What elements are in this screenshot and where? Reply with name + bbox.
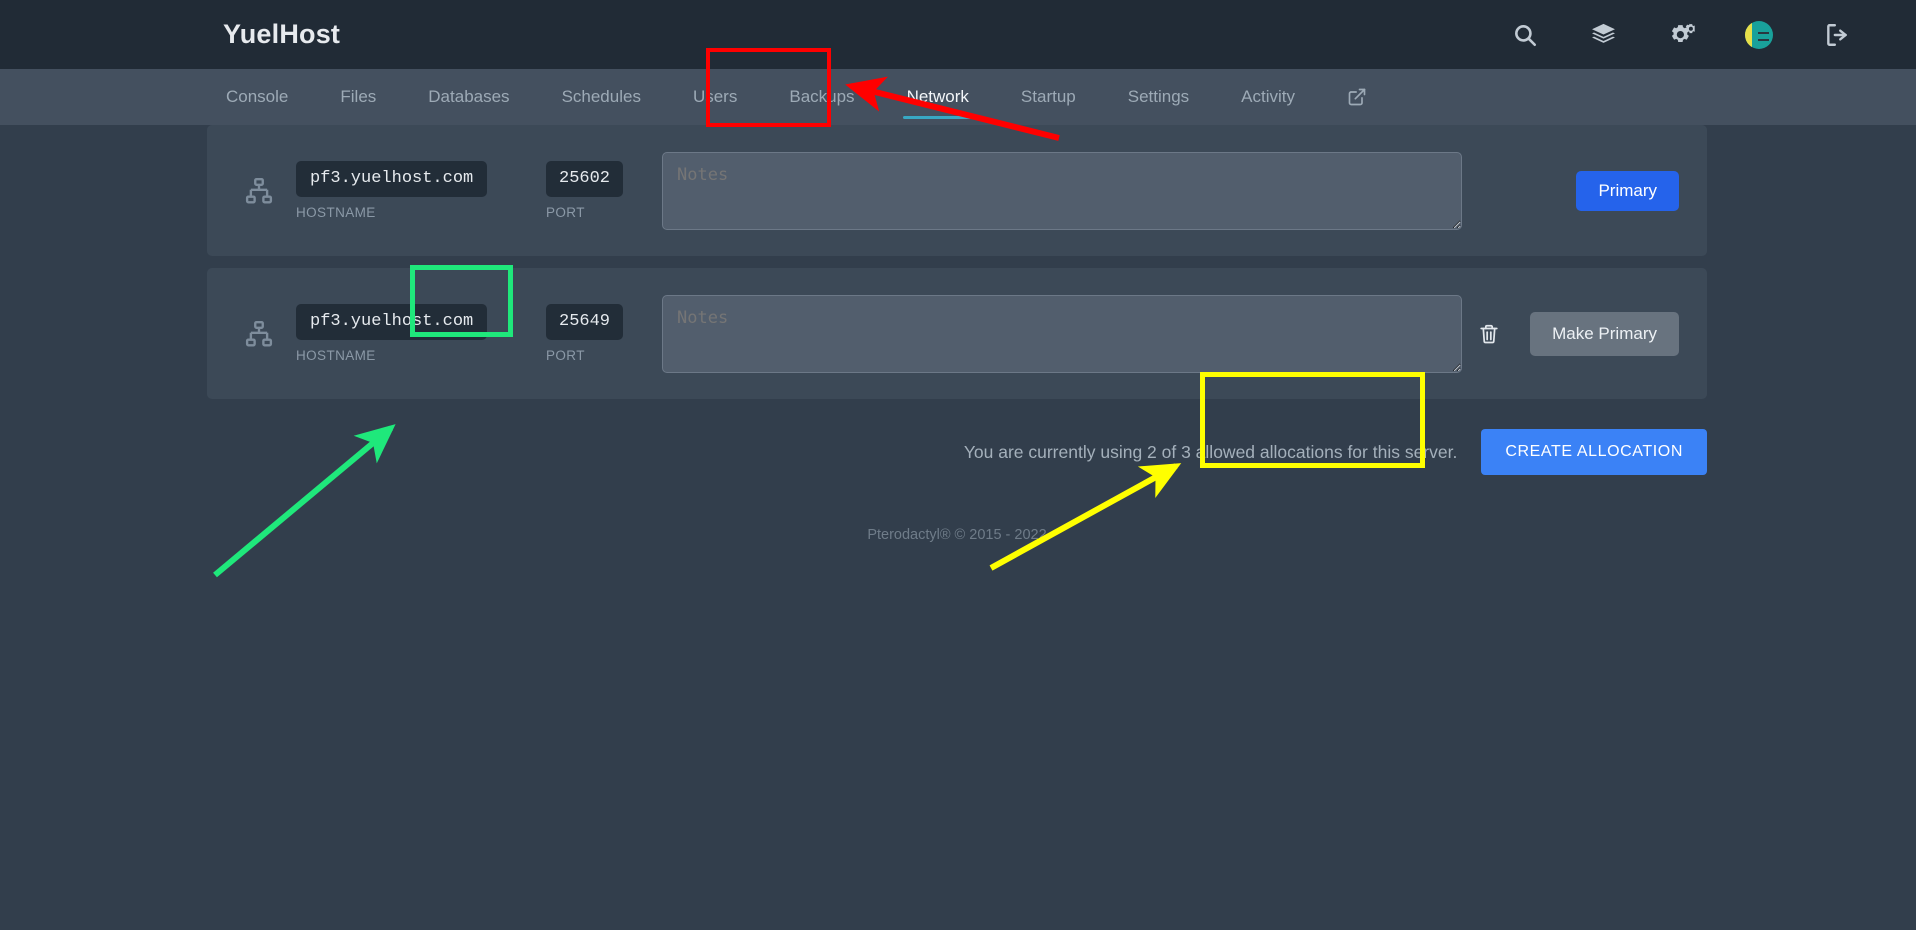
avatar <box>1745 21 1773 49</box>
top-header-bar: YuelHost <box>0 0 1916 69</box>
create-allocation-button[interactable]: CREATE ALLOCATION <box>1481 429 1707 475</box>
cogs-icon[interactable] <box>1666 20 1696 50</box>
nav-item-users[interactable]: Users <box>667 69 763 125</box>
make-primary-button[interactable]: Make Primary <box>1530 312 1679 356</box>
port-value[interactable]: 25602 <box>546 161 623 198</box>
nav-items: Console Files Databases Schedules Users … <box>200 69 1393 125</box>
copyright-text: Pterodactyl® © 2015 - 2022 <box>207 527 1707 543</box>
nav-item-activity[interactable]: Activity <box>1215 69 1321 125</box>
allocation-row: pf3.yuelhost.com HOSTNAME 25602 PORT Pri… <box>207 125 1707 256</box>
hostname-label: HOSTNAME <box>296 205 376 220</box>
sitemap-icon <box>244 319 274 349</box>
logout-icon[interactable] <box>1822 20 1852 50</box>
hostname-value[interactable]: pf3.yuelhost.com <box>296 161 487 198</box>
external-link-icon[interactable] <box>1321 69 1393 125</box>
hostname-field-group: pf3.yuelhost.com HOSTNAME <box>296 161 524 221</box>
sitemap-icon <box>244 176 274 206</box>
notes-input[interactable] <box>662 152 1462 230</box>
search-icon[interactable] <box>1510 20 1540 50</box>
port-field-group: 25649 PORT <box>546 304 624 364</box>
nav-item-network[interactable]: Network <box>881 69 995 125</box>
app-root: YuelHost <box>0 0 1916 930</box>
network-allocations-panel: pf3.yuelhost.com HOSTNAME 25602 PORT Pri… <box>207 125 1707 543</box>
nav-item-backups[interactable]: Backups <box>763 69 880 125</box>
trash-icon[interactable] <box>1478 322 1500 346</box>
header-icon-group <box>1510 20 1852 50</box>
primary-badge-button[interactable]: Primary <box>1576 171 1679 211</box>
port-label: PORT <box>546 205 585 220</box>
port-value[interactable]: 25649 <box>546 304 623 341</box>
allocation-footer: You are currently using 2 of 3 allowed a… <box>207 429 1707 475</box>
nav-item-settings[interactable]: Settings <box>1102 69 1215 125</box>
notes-input[interactable] <box>662 295 1462 373</box>
layers-icon[interactable] <box>1588 20 1618 50</box>
hostname-value[interactable]: pf3.yuelhost.com <box>296 304 487 341</box>
hostname-label: HOSTNAME <box>296 348 376 363</box>
account-avatar-button[interactable] <box>1744 20 1774 50</box>
allocation-row-actions: Primary <box>1576 171 1679 211</box>
hostname-field-group: pf3.yuelhost.com HOSTNAME <box>296 304 524 364</box>
port-field-group: 25602 PORT <box>546 161 624 221</box>
nav-item-schedules[interactable]: Schedules <box>536 69 667 125</box>
allocation-row: pf3.yuelhost.com HOSTNAME 25649 PORT <box>207 268 1707 399</box>
brand-title: YuelHost <box>223 19 340 50</box>
nav-item-console[interactable]: Console <box>200 69 314 125</box>
server-nav-bar: Console Files Databases Schedules Users … <box>0 69 1916 125</box>
nav-item-startup[interactable]: Startup <box>995 69 1102 125</box>
port-label: PORT <box>546 348 585 363</box>
allocation-row-actions: Make Primary <box>1478 312 1679 356</box>
nav-item-files[interactable]: Files <box>314 69 402 125</box>
allocation-usage-note: You are currently using 2 of 3 allowed a… <box>964 442 1458 463</box>
nav-item-databases[interactable]: Databases <box>402 69 535 125</box>
